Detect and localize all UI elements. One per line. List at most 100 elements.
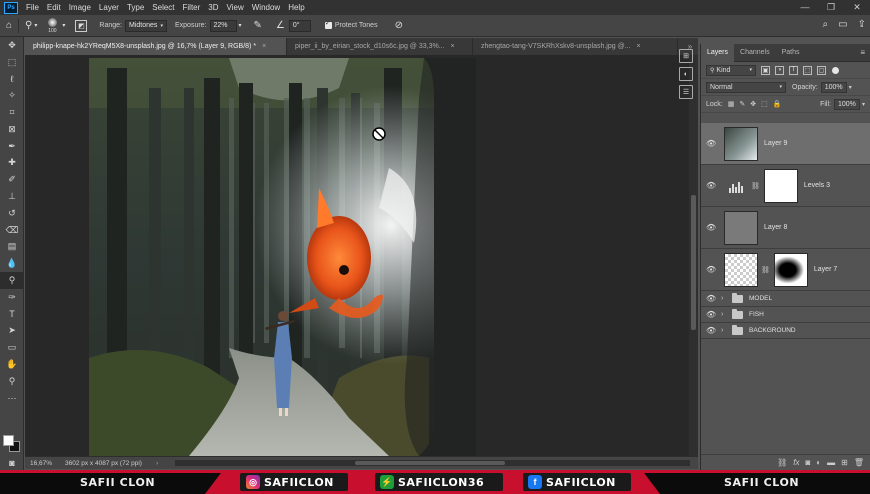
chevron-down-icon[interactable]: ▾ (34, 22, 37, 29)
lasso-tool-icon[interactable]: ℓ (0, 71, 24, 88)
delete-layer-icon[interactable]: 🗑 (854, 458, 864, 467)
opacity-input[interactable]: 100% (820, 81, 847, 93)
pressure-size-icon[interactable]: ⊘ (395, 20, 403, 31)
brush-settings-icon[interactable]: ◩ (75, 19, 88, 32)
tab-channels[interactable]: Channels (734, 44, 776, 62)
lock-artboard-icon[interactable]: ⬚ (761, 100, 768, 108)
link-chain-icon[interactable]: ⛓ (751, 182, 760, 190)
path-selection-tool-icon[interactable]: ➤ (0, 323, 24, 340)
menu-select[interactable]: Select (148, 0, 178, 15)
vertical-scrollbar[interactable] (689, 55, 698, 456)
document-canvas[interactable] (89, 58, 476, 456)
filter-adjustment-icon[interactable]: ◑ (775, 65, 784, 75)
layer-group-fish[interactable]: 👁 › FISH (701, 307, 870, 323)
dodge-tool-icon[interactable]: ⚲ (0, 272, 24, 289)
lock-transparent-icon[interactable]: ▦ (728, 100, 735, 108)
visibility-eye-icon[interactable]: 👁 (706, 139, 716, 148)
menu-type[interactable]: Type (123, 0, 148, 15)
layer-row-layer-7[interactable]: 👁 ⛓ Layer 7 (701, 249, 870, 291)
group-name[interactable]: MODEL (749, 295, 772, 302)
gradient-tool-icon[interactable]: ▤ (0, 239, 24, 256)
group-name[interactable]: FISH (749, 311, 764, 318)
group-name[interactable]: BACKGROUND (749, 327, 796, 334)
close-tab-icon[interactable]: × (451, 38, 455, 55)
layer-mask-thumbnail[interactable] (763, 168, 798, 203)
menu-file[interactable]: File (22, 0, 43, 15)
horizontal-scrollbar[interactable] (175, 460, 690, 466)
layer-name[interactable]: Layer 9 (764, 140, 787, 147)
menu-edit[interactable]: Edit (43, 0, 65, 15)
visibility-eye-icon[interactable]: 👁 (706, 265, 716, 274)
menu-view[interactable]: View (223, 0, 248, 15)
link-layers-icon[interactable]: ⛓ (777, 458, 787, 467)
type-tool-icon[interactable]: T (0, 306, 24, 323)
tab-layers[interactable]: Layers (701, 43, 735, 62)
filter-pixel-icon[interactable]: ▣ (761, 65, 770, 75)
angle-input[interactable]: 0° (288, 19, 311, 32)
layer-row-layer-8[interactable]: 👁 Layer 8 (701, 207, 870, 249)
libraries-icon[interactable]: ⊞ (679, 49, 693, 63)
layer-row-layer-9[interactable]: 👁 Layer 9 (701, 123, 870, 165)
lock-position-icon[interactable]: ✥ (750, 100, 756, 108)
visibility-eye-icon[interactable]: 👁 (706, 326, 716, 335)
menu-filter[interactable]: Filter (179, 0, 205, 15)
brush-tool-icon[interactable]: ✐ (0, 171, 24, 188)
new-layer-icon[interactable]: ⊞ (841, 458, 848, 467)
search-icon[interactable]: ⌕ (823, 19, 829, 30)
tab-document-3[interactable]: zhengtao-tang-V7SKRhXskv8-unsplash.jpg @… (473, 38, 678, 55)
link-chain-icon[interactable]: ⛓ (761, 266, 770, 274)
range-select[interactable]: Midtones ▾ (124, 19, 167, 32)
layer-name[interactable]: Layer 7 (814, 266, 837, 273)
menu-image[interactable]: Image (65, 0, 95, 15)
airbrush-icon[interactable]: ✎ (254, 20, 262, 31)
panel-menu-icon[interactable]: ≡ (860, 48, 865, 57)
chevron-right-icon[interactable]: › (156, 460, 158, 467)
rectangle-tool-icon[interactable]: ▭ (0, 339, 24, 356)
layer-style-icon[interactable]: fx (793, 458, 799, 467)
close-tab-icon[interactable]: × (262, 38, 266, 55)
frame-tool-icon[interactable]: ⊠ (0, 121, 24, 138)
visibility-eye-icon[interactable]: 👁 (706, 294, 716, 303)
new-adjustment-layer-icon[interactable]: ◐ (816, 458, 821, 467)
menu-layer[interactable]: Layer (95, 0, 123, 15)
maximize-button[interactable]: ❐ (818, 0, 844, 15)
visibility-eye-icon[interactable]: 👁 (706, 223, 716, 232)
layer-thumbnail[interactable] (724, 210, 758, 245)
properties-icon[interactable]: ☰ (679, 85, 693, 99)
vertical-scrollbar-thumb[interactable] (691, 195, 696, 330)
close-button[interactable]: ✕ (844, 0, 870, 15)
layer-mask-thumbnail[interactable] (773, 252, 808, 287)
brush-preset-picker[interactable]: 100 (43, 17, 61, 35)
menu-3d[interactable]: 3D (204, 0, 222, 15)
filter-type-icon[interactable]: T (789, 65, 798, 75)
horizontal-scrollbar-thumb[interactable] (355, 461, 505, 465)
tab-document-2[interactable]: piper_ii_by_eirian_stock_d10s6c.jpg @ 33… (287, 38, 473, 55)
visibility-eye-icon[interactable]: 👁 (706, 181, 716, 190)
chevron-right-icon[interactable]: › (721, 327, 729, 334)
minimize-button[interactable]: — (792, 0, 818, 15)
menu-window[interactable]: Window (248, 0, 284, 15)
marquee-tool-icon[interactable]: ⬚ (0, 54, 24, 71)
eyedropper-tool-icon[interactable]: ✒ (0, 138, 24, 155)
lock-all-icon[interactable]: 🔒 (773, 100, 782, 108)
workspace-icon[interactable]: ▭ (838, 19, 847, 30)
healing-brush-tool-icon[interactable]: ✚ (0, 155, 24, 172)
filter-smart-object-icon[interactable]: ▢ (817, 65, 826, 75)
move-tool-icon[interactable]: ✥ (0, 37, 24, 54)
blend-mode-select[interactable]: Normal ▾ (706, 81, 786, 93)
chevron-right-icon[interactable]: › (721, 295, 729, 302)
chevron-right-icon[interactable]: › (721, 311, 729, 318)
foreground-color-swatch[interactable] (3, 435, 14, 446)
share-icon[interactable]: ⇪ (858, 19, 866, 30)
layer-name[interactable]: Layer 8 (764, 224, 787, 231)
dodge-tool-preset-icon[interactable]: ⚲ (25, 20, 32, 31)
canvas-area[interactable] (25, 55, 698, 456)
protect-tones-checkbox[interactable] (324, 19, 332, 29)
chevron-down-icon[interactable]: ▾ (62, 22, 65, 29)
visibility-eye-icon[interactable]: 👁 (706, 310, 716, 319)
zoom-level[interactable]: 16,67% (25, 460, 59, 467)
layer-thumbnail[interactable] (724, 252, 758, 287)
close-tab-icon[interactable]: × (637, 38, 641, 55)
layer-kind-filter[interactable]: ⚲ Kind ▾ (706, 64, 756, 76)
color-swatches[interactable] (3, 435, 21, 453)
